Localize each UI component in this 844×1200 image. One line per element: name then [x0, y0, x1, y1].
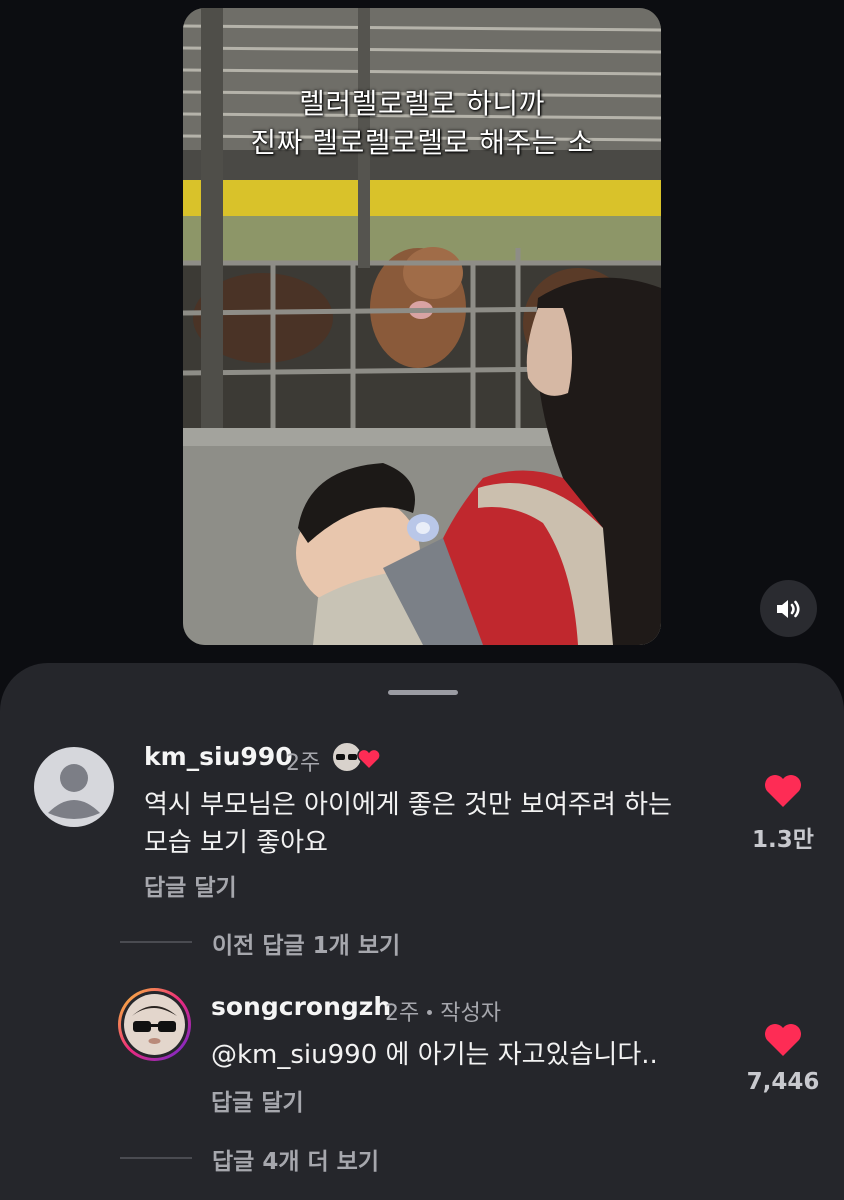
- like-count: 1.3만: [752, 827, 814, 853]
- video-player[interactable]: 렐러렐로렐로 하니까 진짜 렐로렐로렐로 해주는 소: [183, 8, 661, 645]
- caption-line-2: 진짜 렐로렐로렐로 해주는 소: [250, 126, 594, 159]
- thread-divider: [120, 941, 192, 943]
- reply-to-reply-button[interactable]: 답글 달기: [211, 1083, 304, 1117]
- comment-time: 2주: [286, 751, 321, 776]
- reply-time: 2주: [385, 1001, 420, 1026]
- creator-liked-badge: [331, 740, 383, 774]
- creator-avatar[interactable]: [118, 988, 191, 1061]
- view-previous-replies[interactable]: 이전 답글 1개 보기: [212, 926, 400, 960]
- reply-username[interactable]: songcrongzh: [211, 992, 391, 1021]
- commenter-avatar[interactable]: [34, 747, 114, 827]
- thread-divider: [120, 1157, 192, 1159]
- sheet-drag-handle[interactable]: [388, 690, 458, 695]
- mute-button[interactable]: [760, 580, 817, 637]
- heart-icon: [765, 775, 801, 807]
- reply-button[interactable]: 답글 달기: [144, 868, 237, 902]
- reply-text: @km_siu990 에 아기는 자고있습니다..: [211, 1036, 658, 1074]
- heart-icon: [765, 1024, 801, 1056]
- creator-avatar-heart-icon: [331, 741, 381, 773]
- mention-link[interactable]: @km_siu990: [211, 1040, 377, 1070]
- author-tag: 작성자: [440, 1001, 501, 1026]
- default-avatar-icon: [48, 764, 100, 819]
- reply-like-button[interactable]: [763, 1022, 803, 1058]
- reply-meta: 2주 작성자: [385, 995, 501, 1027]
- caption-line-1: 렐러렐로렐로 하니까: [299, 87, 545, 120]
- reply-text-body: 에 아기는 자고있습니다..: [377, 1040, 658, 1070]
- comment-text-line-1: 역시 부모님은 아이에게 좋은 것만 보여주려 하는: [144, 790, 672, 820]
- separator-dot: [427, 1010, 433, 1015]
- view-more-replies[interactable]: 답글 4개 더 보기: [212, 1142, 379, 1176]
- like-button[interactable]: [763, 773, 803, 809]
- creator-avatar-inner: [121, 991, 188, 1058]
- comments-sheet[interactable]: km_siu990 2주 역시 부모님은 아이에게 좋은 것만 보여주려 하는 …: [0, 663, 844, 1200]
- reply-like-count: 7,446: [746, 1069, 820, 1095]
- comment-username[interactable]: km_siu990: [144, 742, 293, 771]
- comment-text: 역시 부모님은 아이에게 좋은 것만 보여주려 하는 모습 보기 좋아요: [144, 786, 672, 862]
- video-caption: 렐러렐로렐로 하니까 진짜 렐로렐로렐로 해주는 소: [183, 84, 661, 162]
- comment-text-line-2: 모습 보기 좋아요: [144, 828, 328, 858]
- speaker-volume-icon: [776, 599, 800, 618]
- baby-with-glasses-avatar-icon: [124, 994, 185, 1055]
